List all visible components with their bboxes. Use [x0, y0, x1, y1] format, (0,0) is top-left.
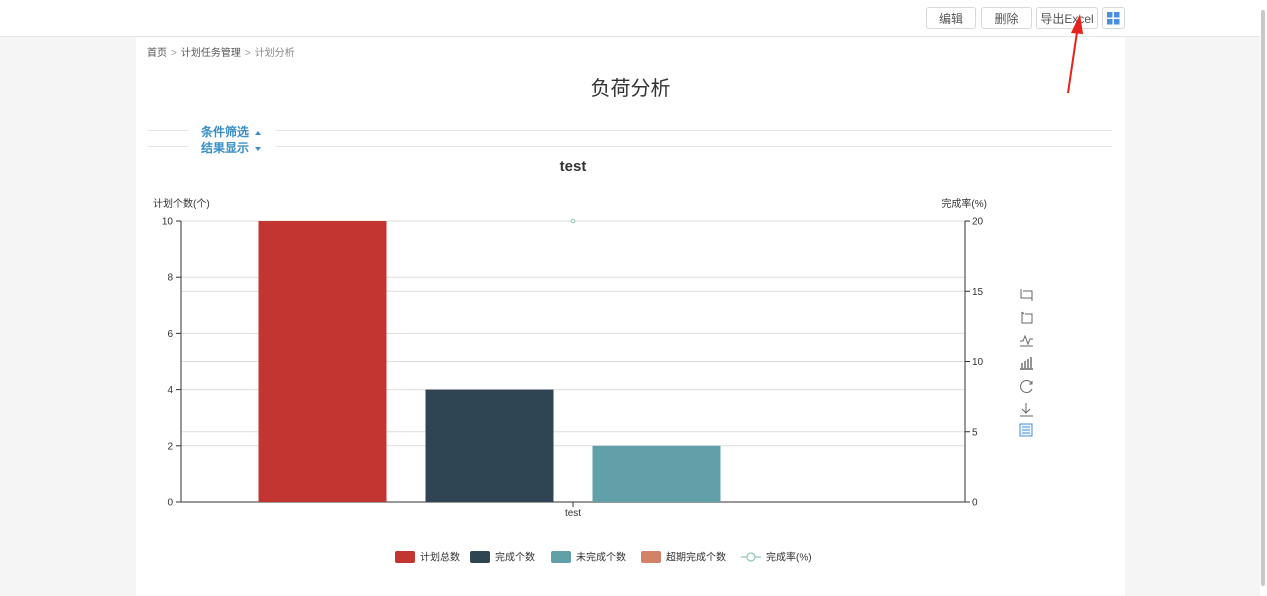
save-image-icon	[1020, 403, 1033, 417]
zoom-icon	[1020, 289, 1033, 301]
legend-swatch	[395, 551, 415, 563]
y2-axis-title: 完成率(%)	[941, 197, 987, 210]
legend-swatch	[551, 551, 571, 563]
y2-tick-label: 20	[972, 217, 984, 228]
y-tick-label: 10	[162, 217, 174, 228]
y2-tick-label: 10	[972, 357, 984, 368]
bar-1	[425, 389, 554, 502]
restore-icon	[1020, 380, 1033, 393]
chart: test 计划个数(个) 完成率(%) 0 2 4 6 8 10 0 5 10 15 20 test 计划总数…	[153, 158, 1033, 564]
y2-tick-label: 5	[972, 427, 978, 438]
legend-line-marker	[746, 552, 756, 562]
y2-tick-label: 0	[972, 498, 978, 509]
y-tick-label: 2	[167, 441, 173, 452]
bar-2	[592, 445, 721, 502]
bar-chart-icon	[1020, 357, 1033, 370]
x-tick-label: test	[565, 508, 581, 519]
legend-label: 超期完成个数	[666, 551, 726, 564]
line-chart-icon	[1020, 334, 1033, 347]
y-tick-label: 4	[167, 385, 173, 396]
y2-tick-label: 15	[972, 287, 984, 298]
legend-swatch	[641, 551, 661, 563]
line-point	[570, 218, 576, 224]
y-tick-label: 0	[167, 498, 173, 509]
y-axis-title: 计划个数(个)	[153, 197, 210, 210]
zoom-reset-icon	[1021, 311, 1033, 324]
chart-title: test	[560, 158, 587, 175]
y-tick-label: 6	[167, 329, 173, 340]
legend-label: 完成率(%)	[766, 551, 812, 564]
legend-label: 未完成个数	[576, 551, 626, 564]
legend-swatch	[470, 551, 490, 563]
y-tick-label: 8	[167, 273, 173, 284]
legend-label: 计划总数	[420, 551, 460, 564]
bar-0	[258, 221, 387, 502]
legend-label: 完成个数	[495, 551, 535, 564]
